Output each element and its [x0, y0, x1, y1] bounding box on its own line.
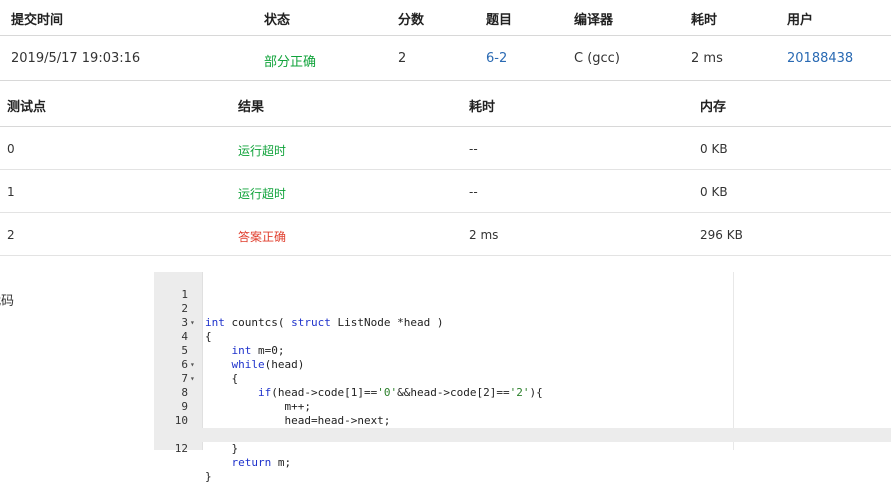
testcase-result: 运行超时	[238, 187, 287, 201]
problem-link[interactable]: 6-2	[486, 51, 507, 66]
table-row: 1 运行超时 -- 0 KB	[0, 170, 891, 213]
header-testcase: 测试点	[7, 100, 47, 115]
code-line-active: 12 }	[154, 428, 891, 483]
testcase-id: 2	[7, 228, 15, 242]
testcase-time: 2 ms	[469, 228, 499, 242]
line-number: 12	[174, 442, 188, 455]
code-line: 3 int m=0;	[154, 302, 891, 357]
code-line: 8 head=head->next;	[154, 372, 891, 427]
header-score: 分数	[398, 13, 425, 28]
code-line: 4 while(head)	[154, 316, 891, 371]
submit-time: 2019/5/17 19:03:16	[11, 51, 141, 66]
submission-row: 2019/5/17 19:03:16 部分正确 2 6-2 C (gcc) 2 …	[0, 36, 891, 81]
score-value: 2	[398, 51, 407, 66]
testcase-memory: 0 KB	[700, 142, 728, 156]
user-link[interactable]: 20188438	[787, 51, 853, 66]
header-status: 状态	[264, 13, 291, 28]
code-line: 2 ▾ {	[154, 288, 891, 343]
code-editor[interactable]: 1 int countcs( struct ListNode *head ) 2…	[154, 272, 891, 483]
code-text: }	[205, 470, 212, 483]
code-line: 11 return m;	[154, 414, 891, 469]
code-label: 代码	[0, 290, 14, 309]
code-line: 7 m++;	[154, 358, 891, 413]
table-row: 0 运行超时 -- 0 KB	[0, 127, 891, 170]
header-compiler: 编译器	[574, 13, 614, 28]
testcase-time: --	[469, 185, 478, 199]
code-line: 6 ▾ if(head->code[1]=='0'&&head->code[2]…	[154, 344, 891, 399]
header-user: 用户	[787, 13, 814, 28]
status-badge: 部分正确	[264, 55, 317, 70]
testcase-memory: 0 KB	[700, 185, 728, 199]
testcase-time: --	[469, 142, 478, 156]
testcase-id: 1	[7, 185, 15, 199]
testcase-id: 0	[7, 142, 15, 156]
code-label-text: 代码	[0, 294, 15, 309]
code-line: 5 ▾ {	[154, 330, 891, 385]
testcase-result: 运行超时	[238, 144, 287, 158]
code-text: }	[205, 442, 239, 455]
header-elapsed: 耗时	[691, 13, 718, 28]
header-problem: 题目	[486, 13, 513, 28]
code-text: return m;	[231, 456, 292, 469]
compiler-value: C (gcc)	[574, 51, 620, 66]
header-time: 耗时	[469, 100, 496, 115]
header-memory: 内存	[700, 100, 727, 115]
header-result: 结果	[238, 100, 265, 115]
table-row: 2 答案正确 2 ms 296 KB	[0, 213, 891, 256]
testcase-memory: 296 KB	[700, 228, 743, 242]
testcase-result: 答案正确	[238, 230, 287, 244]
code-line: 10 }	[154, 400, 891, 455]
submission-header-row: 提交时间 状态 分数 题目 编译器 耗时 用户	[0, 0, 891, 36]
code-line: 9 }	[154, 386, 891, 441]
testcase-header-row: 测试点 结果 耗时 内存	[0, 81, 891, 127]
elapsed-value: 2 ms	[691, 51, 723, 66]
code-line: 1 int countcs( struct ListNode *head )	[154, 274, 891, 329]
header-submit-time: 提交时间	[11, 13, 64, 28]
